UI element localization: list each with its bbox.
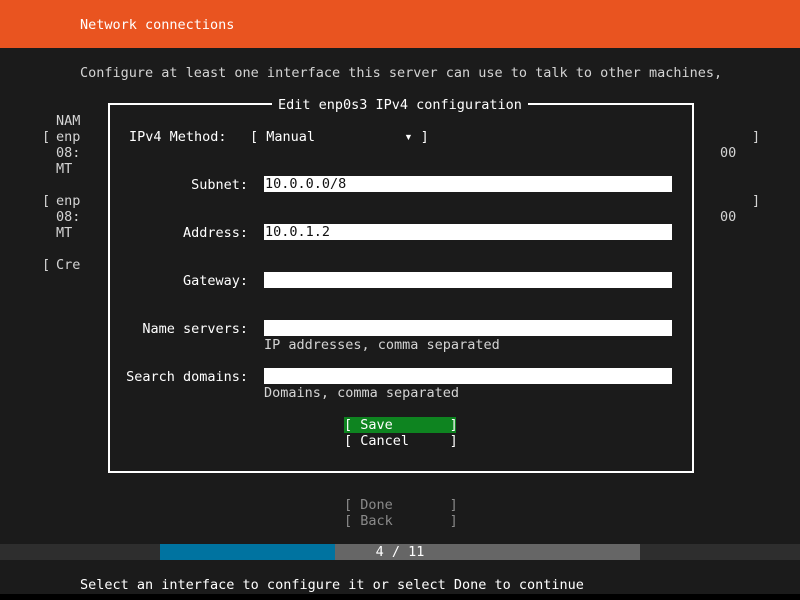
name-servers-label: Name servers: (142, 321, 248, 337)
interface-row-1-mac-end: 00 (720, 145, 737, 161)
dialog-title: Edit enp0s3 IPv4 configuration (272, 97, 528, 113)
bracket-right: ] (752, 193, 761, 209)
name-servers-hint: IP addresses, comma separated (264, 337, 500, 353)
interface-row-1-mac: 08: (56, 145, 81, 161)
bracket-right: ] (752, 129, 761, 145)
subnet-input[interactable]: 10.0.0.0/8 (264, 176, 672, 192)
name-servers-input[interactable] (264, 320, 672, 336)
table-header-name: NAM (56, 113, 81, 129)
subnet-label: Subnet: (191, 177, 248, 193)
back-button[interactable]: [ Back ] (344, 513, 458, 529)
progress-text: 4 / 11 (375, 544, 425, 560)
search-domains-label: Search domains: (126, 369, 248, 385)
gateway-input[interactable] (264, 272, 672, 288)
interface-row-2-mtu: MT (56, 225, 73, 241)
create-bond-button[interactable]: Cre (56, 257, 80, 273)
gateway-label: Gateway: (182, 273, 248, 289)
address-input[interactable]: 10.0.1.2 (264, 224, 672, 240)
save-button[interactable]: [ Save ] (344, 417, 458, 433)
done-button[interactable]: [ Done ] (344, 497, 458, 513)
page-subtitle: Configure at least one interface this se… (80, 65, 723, 81)
bracket-left: [ (42, 257, 51, 273)
search-domains-input[interactable] (264, 368, 672, 384)
interface-row-2-mac: 08: (56, 209, 81, 225)
address-label: Address: (182, 225, 248, 241)
bottom-border (0, 594, 800, 600)
ipv4-method-label: IPv4 Method: (129, 129, 227, 145)
page-title: Network connections (80, 17, 235, 33)
interface-row-1-mtu: MT (56, 161, 73, 177)
interface-row-2-name[interactable]: enp (56, 193, 80, 209)
ipv4-method-select[interactable]: [ Manual ▾ ] (250, 129, 429, 145)
search-domains-hint: Domains, comma separated (264, 385, 460, 401)
bracket-left: [ (42, 129, 51, 145)
bracket-left: [ (42, 193, 51, 209)
interface-row-1-name[interactable]: enp (56, 129, 80, 145)
cancel-button[interactable]: [ Cancel ] (344, 433, 458, 449)
interface-row-2-mac-end: 00 (720, 209, 737, 225)
footer-help-text: Select an interface to configure it or s… (80, 577, 584, 593)
